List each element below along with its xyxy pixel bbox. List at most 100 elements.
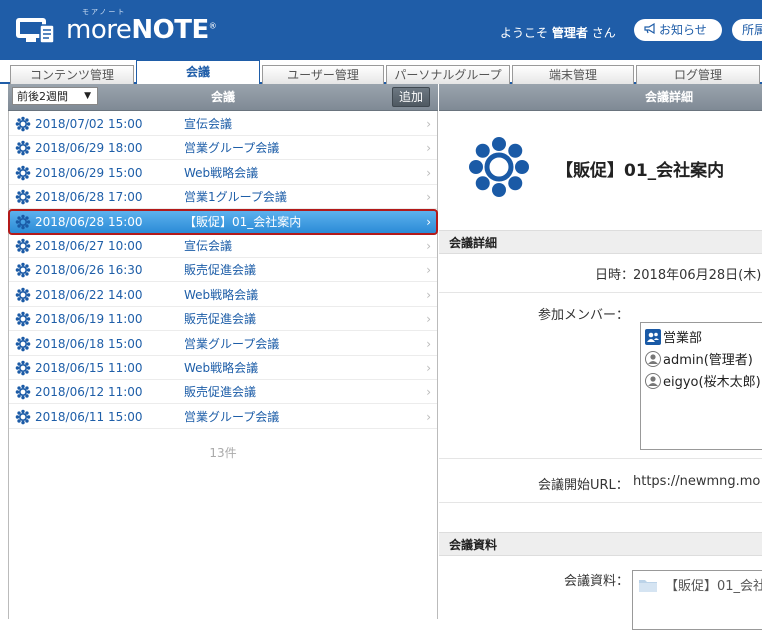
meeting-detail-header: 会議詳細	[439, 84, 762, 111]
meeting-gear-icon	[15, 214, 31, 229]
notice-label: お知らせ	[659, 23, 707, 37]
meeting-datetime: 2018/06/15 11:00	[35, 361, 143, 375]
tab-personal-groups[interactable]: パーソナルグループ	[386, 65, 510, 84]
meeting-row[interactable]: 2018/06/28 17:00 営業1グループ会議 ›	[9, 185, 437, 210]
main-tabs: コンテンツ管理 会議 ユーザー管理 パーソナルグループ 端末管理 ログ管理	[0, 60, 762, 84]
welcome-user: 管理者	[551, 26, 588, 40]
meeting-gear-icon	[15, 336, 31, 351]
divider	[439, 292, 762, 293]
meeting-gear-icon	[15, 360, 31, 376]
monitor-logo-icon	[16, 18, 55, 44]
docs-list[interactable]: 【販促】01_会社案内	[632, 570, 762, 630]
meeting-list-header: 会議 前後2週間 ▼ 追加	[8, 84, 438, 111]
megaphone-icon	[644, 19, 657, 41]
meeting-datetime: 2018/06/26 16:30	[35, 263, 143, 278]
meeting-row[interactable]: 2018/06/22 14:00 Web戦略会議 ›	[9, 283, 437, 307]
meeting-row[interactable]: 2018/06/28 15:00 【販促】01_会社案内 ›	[8, 208, 438, 235]
user-icon	[645, 351, 661, 367]
start-url-value[interactable]: https://newmng.mo	[633, 474, 760, 489]
chevron-right-icon: ›	[426, 263, 431, 278]
tab-devices[interactable]: 端末管理	[512, 65, 634, 84]
meeting-name: Web戦略会議	[184, 287, 259, 302]
meeting-name: 営業1グループ会議	[184, 190, 287, 205]
meeting-datetime: 2018/06/29 15:00	[35, 165, 143, 180]
chevron-right-icon: ›	[426, 190, 431, 205]
meeting-row[interactable]: 2018/06/11 15:00 営業グループ会議 ›	[9, 405, 437, 429]
section-meeting-docs: 会議資料	[439, 532, 762, 556]
chevron-right-icon: ›	[426, 312, 431, 327]
meeting-row[interactable]: 2018/07/02 15:00 宣伝会議 ›	[9, 112, 437, 136]
divider	[439, 502, 762, 503]
member-name: 営業部	[663, 331, 703, 346]
meeting-name: Web戦略会議	[184, 361, 259, 375]
tab-meetings[interactable]: 会議	[136, 60, 260, 84]
meeting-datetime: 2018/06/12 11:00	[35, 385, 143, 400]
folder-icon	[639, 580, 657, 592]
group-icon	[645, 329, 661, 345]
notice-button[interactable]: お知らせ	[634, 19, 722, 41]
member-item: eigyo(桜木太郎)	[645, 373, 761, 393]
meeting-gear-icon	[15, 141, 31, 156]
doc-item[interactable]: 【販促】01_会社案内	[639, 575, 762, 594]
meeting-row[interactable]: 2018/06/27 10:00 宣伝会議 ›	[9, 234, 437, 258]
meeting-gear-icon	[15, 311, 31, 327]
meeting-row[interactable]: 2018/06/18 15:00 営業グループ会議 ›	[9, 332, 437, 356]
meeting-row[interactable]: 2018/06/15 11:00 Web戦略会議 ›	[9, 356, 437, 380]
meeting-name: 宣伝会議	[184, 117, 233, 131]
meeting-datetime: 2018/06/28 15:00	[35, 214, 143, 229]
meeting-datetime: 2018/06/29 18:00	[35, 141, 143, 156]
meeting-name: 販売促進会議	[184, 312, 257, 327]
meeting-row[interactable]: 2018/06/29 18:00 営業グループ会議 ›	[9, 136, 437, 161]
meeting-datetime: 2018/06/27 10:00	[35, 239, 143, 253]
meeting-detail-title: 会議詳細	[644, 90, 693, 104]
datetime-label: 日時：	[595, 268, 635, 283]
meeting-row[interactable]: 2018/06/12 11:00 販売促進会議 ›	[9, 380, 437, 405]
department-label: 所属	[742, 23, 762, 37]
welcome-text: ようこそ 管理者 さん	[500, 24, 616, 41]
department-button[interactable]: 所属	[732, 19, 762, 41]
meeting-name: Web戦略会議	[184, 165, 259, 180]
logo[interactable]: モアノート moreNOTE®	[14, 8, 217, 50]
meeting-gear-icon	[15, 165, 31, 181]
chevron-right-icon: ›	[426, 287, 431, 302]
user-icon	[645, 373, 661, 389]
member-item: admin(管理者)	[645, 351, 753, 371]
divider	[439, 458, 762, 459]
brand-ruby: モアノート	[82, 8, 127, 16]
meeting-row[interactable]: 2018/06/29 15:00 Web戦略会議 ›	[9, 161, 437, 185]
meeting-name: 販売促進会議	[184, 263, 257, 278]
members-list[interactable]: 営業部 admin(管理者) eigyo(桜木太郎)	[640, 322, 762, 450]
tab-logs[interactable]: ログ管理	[636, 65, 760, 84]
chevron-right-icon: ›	[426, 239, 431, 253]
member-item: 営業部	[645, 329, 702, 349]
chevron-right-icon: ›	[426, 165, 431, 180]
meeting-datetime: 2018/06/22 14:00	[35, 287, 143, 302]
meeting-name: 営業グループ会議	[184, 336, 280, 351]
tab-users[interactable]: ユーザー管理	[262, 65, 384, 84]
brand-note: NOTE	[131, 15, 209, 45]
welcome-prefix: ようこそ	[500, 26, 549, 40]
member-name: admin(管理者)	[663, 353, 753, 368]
dropdown-arrow-icon: ▼	[84, 91, 91, 101]
range-select[interactable]: 前後2週間 ▼	[12, 87, 98, 105]
meeting-row[interactable]: 2018/06/26 16:30 販売促進会議 ›	[9, 258, 437, 283]
chevron-right-icon: ›	[426, 336, 431, 351]
meeting-gear-icon	[15, 238, 31, 254]
meeting-datetime: 2018/06/11 15:00	[35, 409, 143, 424]
app-header: モアノート moreNOTE® ようこそ 管理者 さん お知らせ 所属	[0, 0, 762, 61]
add-meeting-button[interactable]: 追加	[392, 87, 430, 107]
tab-contents[interactable]: コンテンツ管理	[10, 65, 134, 84]
meeting-name: 販売促進会議	[184, 385, 257, 400]
meeting-row[interactable]: 2018/06/19 11:00 販売促進会議 ›	[9, 307, 437, 332]
meeting-datetime: 2018/06/19 11:00	[35, 312, 143, 327]
meeting-gear-icon	[15, 189, 31, 205]
meeting-name: 営業グループ会議	[184, 409, 280, 424]
chevron-right-icon: ›	[426, 117, 431, 131]
meeting-name: 【販促】01_会社案内	[556, 161, 725, 181]
brand-mark: ®	[208, 21, 217, 31]
start-url-label: 会議開始URL：	[538, 478, 629, 493]
meeting-gear-icon	[15, 116, 31, 132]
range-select-value: 前後2週間	[17, 90, 68, 103]
meeting-list: 2018/07/02 15:00 宣伝会議 › 2018/06/29 18:00 営業グ…	[8, 111, 438, 619]
brand-name: モアノート moreNOTE®	[66, 8, 217, 45]
